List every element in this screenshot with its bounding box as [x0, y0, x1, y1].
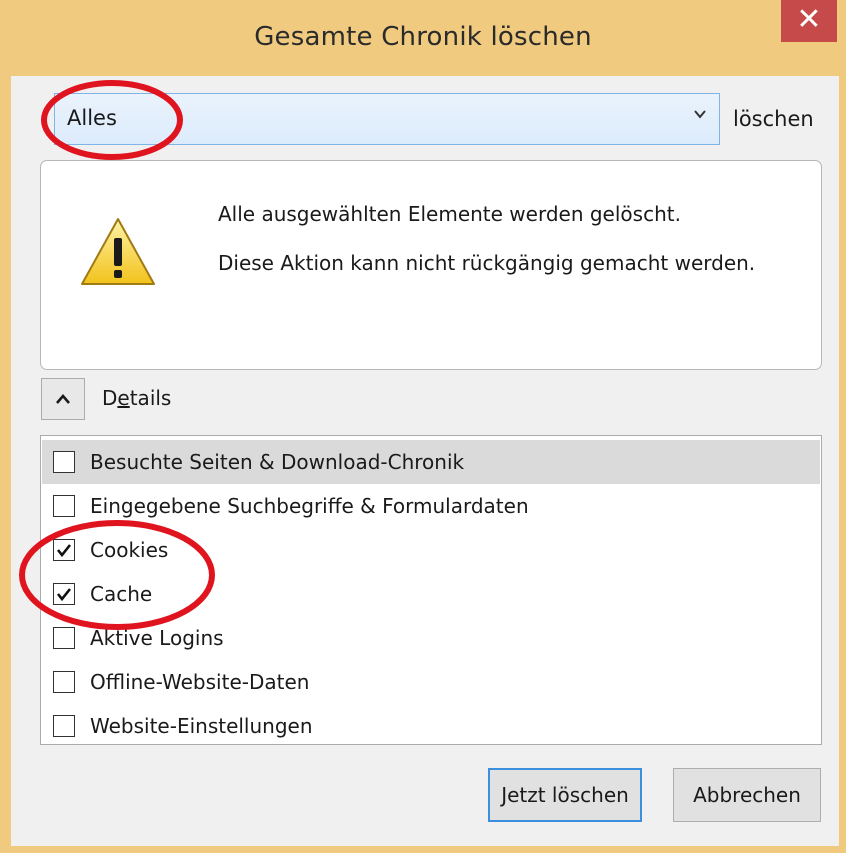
list-item[interactable]: Besuchte Seiten & Download-Chronik — [42, 440, 820, 484]
details-label-rest: tails — [129, 386, 172, 410]
details-label-prefix: D — [102, 386, 118, 410]
checkbox-unchecked[interactable] — [53, 627, 75, 649]
chevron-down-icon — [694, 110, 706, 119]
list-item-label: Aktive Logins — [90, 626, 224, 650]
checkbox-checked[interactable] — [53, 539, 75, 561]
checkmark-icon — [56, 588, 72, 602]
details-toggle-button[interactable] — [41, 378, 85, 420]
warning-triangle-icon — [81, 218, 155, 285]
details-label-accelerator: e — [117, 386, 130, 410]
time-range-dropdown[interactable]: Alles — [54, 93, 720, 145]
list-item[interactable]: Aktive Logins — [42, 616, 820, 660]
dialog-window: Gesamte Chronik löschen ✕ Alles löschen … — [0, 0, 846, 853]
checkbox-unchecked[interactable] — [53, 671, 75, 693]
checkbox-unchecked[interactable] — [53, 715, 75, 737]
checkbox-unchecked[interactable] — [53, 495, 75, 517]
list-item[interactable]: Eingegebene Suchbegriffe & Formulardaten — [42, 484, 820, 528]
cancel-button[interactable]: Abbrechen — [673, 768, 821, 822]
list-item-label: Cache — [90, 582, 153, 606]
checkbox-checked[interactable] — [53, 583, 75, 605]
details-label[interactable]: Details — [102, 386, 171, 410]
time-range-value: Alles — [67, 106, 117, 130]
chevron-up-icon — [56, 394, 70, 404]
list-item[interactable]: Website-Einstellungen — [42, 704, 820, 748]
list-item-label: Offline-Website-Daten — [90, 670, 310, 694]
time-range-suffix-label: löschen — [733, 107, 814, 131]
list-item-label: Eingegebene Suchbegriffe & Formulardaten — [90, 494, 529, 518]
list-item[interactable]: Offline-Website-Daten — [42, 660, 820, 704]
list-item[interactable]: Cache — [42, 572, 820, 616]
warning-text-primary: Alle ausgewählten Elemente werden gelösc… — [218, 202, 681, 226]
checkmark-icon — [56, 544, 72, 558]
warning-text-secondary: Diese Aktion kann nicht rückgängig gemac… — [218, 251, 756, 275]
list-item[interactable]: Cookies — [42, 528, 820, 572]
list-item-label: Cookies — [90, 538, 169, 562]
clear-now-button[interactable]: Jetzt löschen — [488, 768, 642, 822]
checkbox-unchecked[interactable] — [53, 451, 75, 473]
list-item-label: Website-Einstellungen — [90, 714, 313, 738]
title-bar[interactable]: Gesamte Chronik löschen ✕ — [0, 0, 846, 82]
list-item-label: Besuchte Seiten & Download-Chronik — [90, 450, 465, 474]
close-button[interactable]: ✕ — [781, 0, 837, 42]
dialog-title: Gesamte Chronik löschen — [254, 22, 592, 52]
